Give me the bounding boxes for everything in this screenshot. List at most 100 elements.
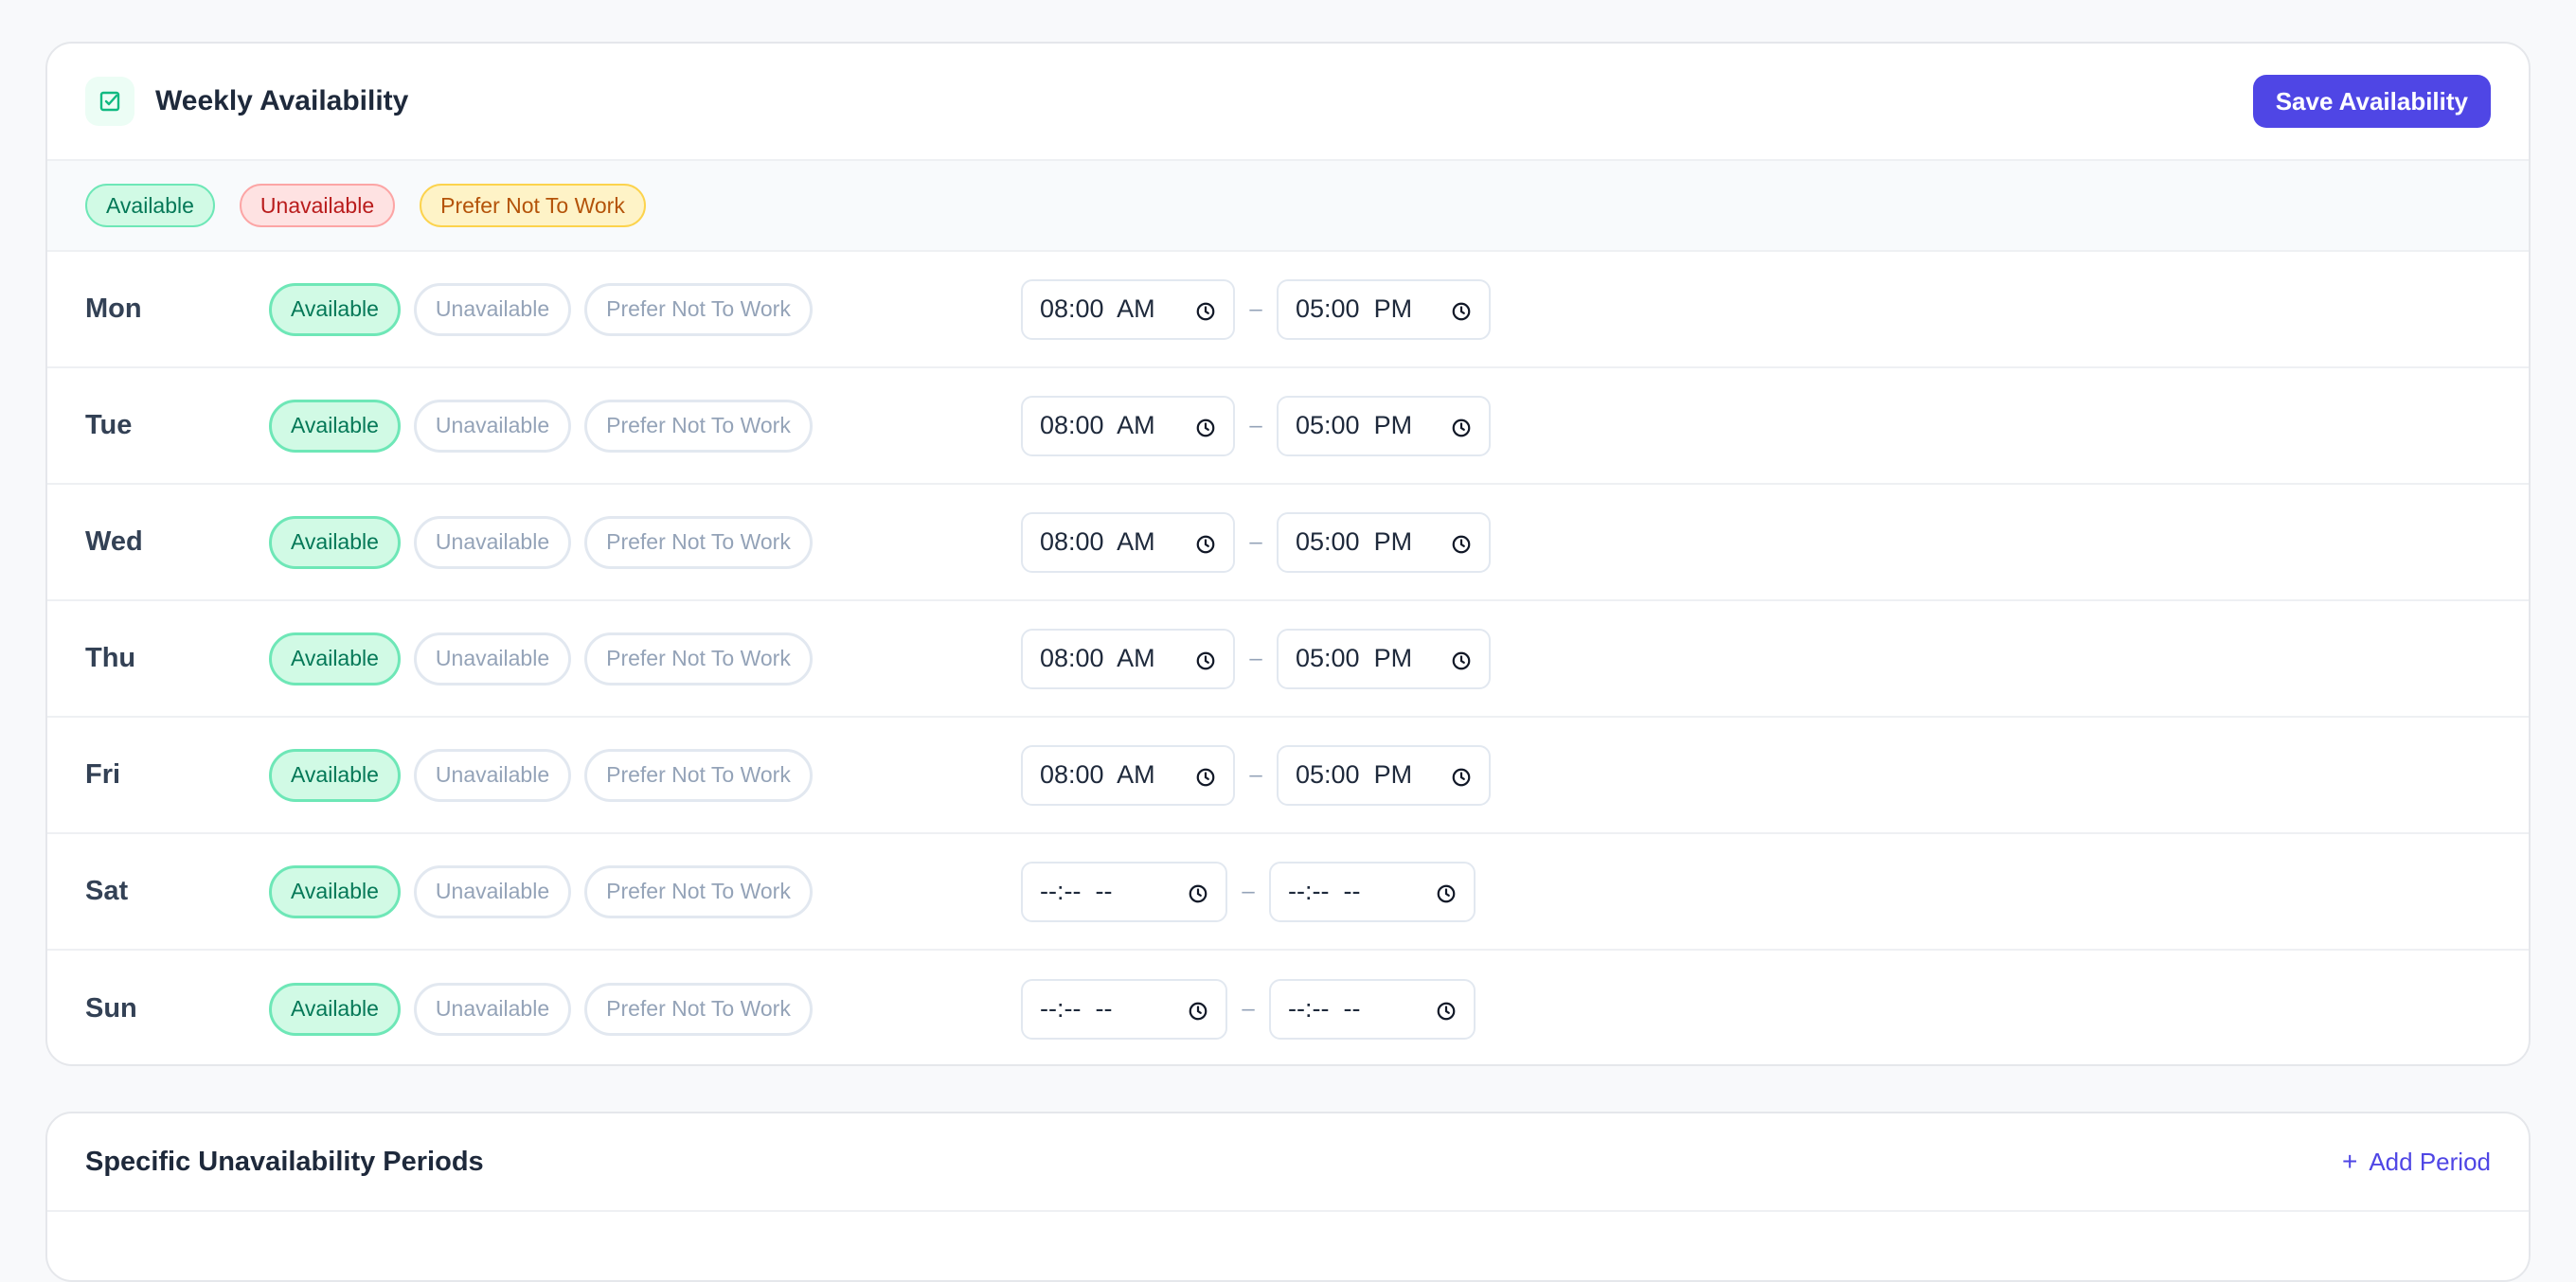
status-toggle-group: Available Unavailable Prefer Not To Work: [269, 748, 1021, 802]
start-time-input[interactable]: 08:00 AM: [1021, 511, 1235, 573]
day-label: Mon: [85, 294, 142, 324]
end-time-input[interactable]: 05:00 PM: [1277, 395, 1491, 456]
time-separator: –: [1242, 995, 1255, 1022]
status-unavailable-button[interactable]: Unavailable: [413, 982, 572, 1036]
day-label: Tue: [85, 410, 133, 440]
end-time-value: 05:00 PM: [1296, 527, 1413, 556]
end-time-value: 05:00 PM: [1296, 760, 1413, 789]
start-time-value: 08:00 AM: [1040, 294, 1155, 323]
time-range: 08:00 AM – 05:00 PM: [1021, 744, 1491, 806]
clock-icon[interactable]: [1188, 999, 1208, 1020]
periods-title: Specific Unavailability Periods: [85, 1146, 484, 1177]
status-available-button[interactable]: Available: [269, 864, 401, 918]
day-row-fri: Fri Available Unavailable Prefer Not To Wor…: [47, 718, 2529, 834]
status-prefer-not-to-work-button[interactable]: Prefer Not To Work: [584, 864, 813, 918]
start-time-value: --:-- --: [1040, 994, 1113, 1023]
clock-icon[interactable]: [1436, 999, 1457, 1020]
time-separator: –: [1249, 295, 1262, 322]
status-available-button[interactable]: Available: [269, 515, 401, 569]
time-range: 08:00 AM – 05:00 PM: [1021, 628, 1491, 689]
status-unavailable-button[interactable]: Unavailable: [413, 864, 572, 918]
end-time-input[interactable]: --:-- --: [1269, 861, 1476, 922]
plus-icon: +: [2341, 1147, 2358, 1176]
status-prefer-not-to-work-button[interactable]: Prefer Not To Work: [584, 282, 813, 336]
end-time-value: 05:00 PM: [1296, 294, 1413, 323]
day-rows: Mon Available Unavailable Prefer Not To Wor…: [47, 252, 2529, 1064]
start-time-value: 08:00 AM: [1040, 527, 1155, 556]
time-range: 08:00 AM – 05:00 PM: [1021, 511, 1491, 573]
time-separator: –: [1249, 528, 1262, 555]
status-unavailable-button[interactable]: Unavailable: [413, 399, 572, 453]
start-time-input[interactable]: 08:00 AM: [1021, 395, 1235, 456]
time-range: 08:00 AM – 05:00 PM: [1021, 278, 1491, 340]
legend-available: Available: [85, 184, 215, 227]
unavailability-periods-card: Specific Unavailability Periods + Add Pe…: [45, 1112, 2531, 1282]
status-toggle-group: Available Unavailable Prefer Not To Work: [269, 399, 1021, 453]
clock-icon[interactable]: [1451, 765, 1472, 786]
periods-header: Specific Unavailability Periods + Add Pe…: [47, 1113, 2529, 1212]
status-prefer-not-to-work-button[interactable]: Prefer Not To Work: [584, 399, 813, 453]
clock-icon[interactable]: [1451, 299, 1472, 320]
status-available-button[interactable]: Available: [269, 399, 401, 453]
status-toggle-group: Available Unavailable Prefer Not To Work: [269, 282, 1021, 336]
status-unavailable-button[interactable]: Unavailable: [413, 748, 572, 802]
end-time-input[interactable]: 05:00 PM: [1277, 278, 1491, 340]
day-row-mon: Mon Available Unavailable Prefer Not To Wor…: [47, 252, 2529, 368]
clock-icon[interactable]: [1195, 649, 1216, 669]
status-unavailable-button[interactable]: Unavailable: [413, 282, 572, 336]
end-time-value: --:-- --: [1288, 994, 1361, 1023]
start-time-input[interactable]: --:-- --: [1021, 861, 1227, 922]
clock-icon[interactable]: [1195, 299, 1216, 320]
time-range: 08:00 AM – 05:00 PM: [1021, 395, 1491, 456]
day-label: Sat: [85, 876, 129, 906]
clock-icon[interactable]: [1195, 532, 1216, 553]
status-unavailable-button[interactable]: Unavailable: [413, 515, 572, 569]
time-separator: –: [1249, 761, 1262, 788]
clock-icon[interactable]: [1195, 765, 1216, 786]
clock-icon[interactable]: [1451, 532, 1472, 553]
status-available-button[interactable]: Available: [269, 748, 401, 802]
time-separator: –: [1249, 412, 1262, 438]
clock-icon[interactable]: [1451, 649, 1472, 669]
time-range: --:-- -- – --:-- --: [1021, 978, 1476, 1040]
end-time-value: --:-- --: [1288, 877, 1361, 905]
start-time-input[interactable]: 08:00 AM: [1021, 628, 1235, 689]
end-time-input[interactable]: 05:00 PM: [1277, 744, 1491, 806]
clock-icon[interactable]: [1195, 416, 1216, 436]
status-available-button[interactable]: Available: [269, 632, 401, 686]
add-period-button[interactable]: + Add Period: [2342, 1148, 2491, 1177]
start-time-input[interactable]: 08:00 AM: [1021, 744, 1235, 806]
day-row-sat: Sat Available Unavailable Prefer Not To Wor…: [47, 834, 2529, 951]
status-available-button[interactable]: Available: [269, 282, 401, 336]
status-prefer-not-to-work-button[interactable]: Prefer Not To Work: [584, 748, 813, 802]
end-time-value: 05:00 PM: [1296, 644, 1413, 672]
day-label: Thu: [85, 643, 136, 673]
status-prefer-not-to-work-button[interactable]: Prefer Not To Work: [584, 632, 813, 686]
start-time-value: 08:00 AM: [1040, 644, 1155, 672]
status-toggle-group: Available Unavailable Prefer Not To Work: [269, 864, 1021, 918]
end-time-input[interactable]: 05:00 PM: [1277, 628, 1491, 689]
status-prefer-not-to-work-button[interactable]: Prefer Not To Work: [584, 982, 813, 1036]
end-time-value: 05:00 PM: [1296, 411, 1413, 439]
save-availability-button[interactable]: Save Availability: [2252, 75, 2491, 128]
legend-prefer-not-to-work: Prefer Not To Work: [420, 184, 646, 227]
day-row-sun: Sun Available Unavailable Prefer Not To Wor…: [47, 951, 2529, 1064]
clock-icon[interactable]: [1451, 416, 1472, 436]
day-row-thu: Thu Available Unavailable Prefer Not To Wor…: [47, 601, 2529, 718]
clock-icon[interactable]: [1436, 881, 1457, 902]
status-toggle-group: Available Unavailable Prefer Not To Work: [269, 982, 1021, 1036]
end-time-input[interactable]: --:-- --: [1269, 978, 1476, 1040]
start-time-input[interactable]: 08:00 AM: [1021, 278, 1235, 340]
start-time-input[interactable]: --:-- --: [1021, 978, 1227, 1040]
status-available-button[interactable]: Available: [269, 982, 401, 1036]
page-title: Weekly Availability: [155, 85, 409, 116]
calendar-check-icon: [85, 77, 134, 126]
clock-icon[interactable]: [1188, 881, 1208, 902]
day-label: Fri: [85, 759, 121, 790]
day-row-wed: Wed Available Unavailable Prefer Not To Wor…: [47, 485, 2529, 601]
day-row-tue: Tue Available Unavailable Prefer Not To Wor…: [47, 368, 2529, 485]
status-prefer-not-to-work-button[interactable]: Prefer Not To Work: [584, 515, 813, 569]
status-unavailable-button[interactable]: Unavailable: [413, 632, 572, 686]
header-title-group: Weekly Availability: [85, 77, 408, 126]
end-time-input[interactable]: 05:00 PM: [1277, 511, 1491, 573]
